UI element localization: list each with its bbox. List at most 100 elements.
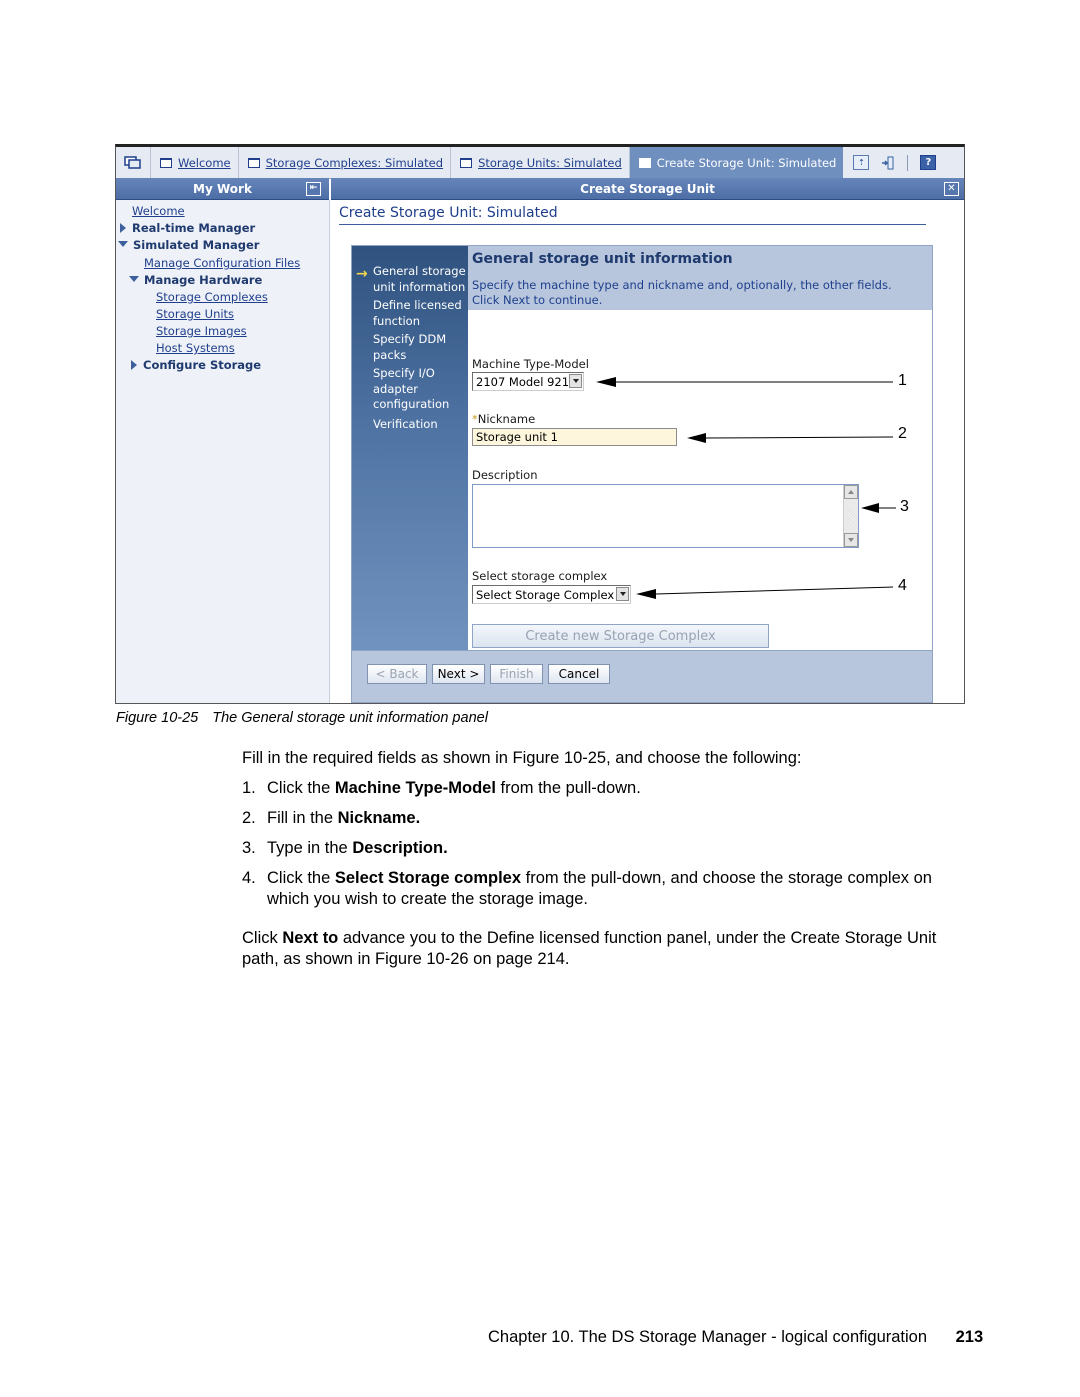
next-button[interactable]: Next > <box>432 664 485 684</box>
list-number: 4. <box>242 869 256 887</box>
list-item: 1. Click the Machine Type-Model from the … <box>242 778 962 799</box>
text: Fill in the <box>267 809 338 827</box>
nav-configure-storage[interactable]: Configure Storage <box>131 358 261 372</box>
nav-real-time-manager[interactable]: Real-time Manager <box>120 221 255 235</box>
storage-complex-label: Select storage complex <box>472 569 608 583</box>
text: from the pull-down. <box>495 779 641 797</box>
window-icon <box>160 157 172 168</box>
tab-storage-units[interactable]: Storage Units: Simulated <box>451 147 630 178</box>
close-icon[interactable]: ✕ <box>944 182 959 196</box>
nickname-label: *Nickname <box>472 412 535 426</box>
finish-button[interactable]: Finish <box>490 664 543 684</box>
wizard-panel: → General storage unit information Defin… <box>351 245 933 703</box>
text: Click the <box>267 779 335 797</box>
figure-number: Figure 10-25 <box>116 710 199 726</box>
toolbar-tools: ⇡ ? <box>843 154 937 171</box>
cancel-button[interactable]: Cancel <box>548 664 610 684</box>
screenshot-figure: Welcome Storage Complexes: Simulated Sto… <box>115 144 965 704</box>
exit-icon[interactable] <box>881 156 895 169</box>
callout-number: 4 <box>898 577 907 594</box>
create-storage-complex-button[interactable]: Create new Storage Complex <box>472 624 769 648</box>
step-specify-io-adapter[interactable]: Specify I/O adapter configuration <box>373 366 468 413</box>
nav-host-systems[interactable]: Host Systems <box>156 341 235 355</box>
window-icon <box>247 157 260 168</box>
tab-label: Storage Units: Simulated <box>478 155 622 170</box>
figure-caption: Figure 10-25 The General storage unit in… <box>116 710 488 726</box>
description-label: Description <box>472 468 538 482</box>
help-icon[interactable]: ? <box>920 155 937 170</box>
wizard-steps: → General storage unit information Defin… <box>352 246 468 652</box>
machine-type-model-label: Machine Type-Model <box>472 357 589 371</box>
title-divider <box>339 224 926 225</box>
step-define-licensed-function[interactable]: Define licensed function <box>373 298 468 329</box>
chevron-down-icon[interactable] <box>569 374 582 388</box>
toolbar-separator <box>907 154 909 171</box>
storage-complex-select[interactable]: Select Storage Complex <box>472 585 631 604</box>
text: Type in the <box>267 839 353 857</box>
text: Click <box>242 929 283 947</box>
collapse-icon[interactable]: ⇤ <box>306 182 321 196</box>
machine-type-model-select[interactable]: 2107 Model 921 <box>472 372 584 391</box>
window-icon <box>460 157 473 168</box>
chevron-down-icon[interactable] <box>616 587 629 601</box>
figure-title: The General storage unit information pan… <box>212 710 488 726</box>
tab-label: Welcome <box>178 155 231 170</box>
list-item: 2. Fill in the Nickname. <box>242 808 962 829</box>
page-footer: Chapter 10. The DS Storage Manager - log… <box>488 1328 983 1347</box>
panel-title: Create Storage Unit <box>580 181 715 196</box>
list-number: 1. <box>242 779 256 797</box>
nav-simulated-manager[interactable]: Simulated Manager <box>118 238 259 252</box>
my-work-nav: Welcome Real-time Manager Simulated Mana… <box>116 200 330 703</box>
callout-number: 3 <box>900 498 909 515</box>
nickname-input[interactable]: Storage unit 1 <box>472 428 677 446</box>
collapse-triangle-icon <box>129 276 139 282</box>
step-verification[interactable]: Verification <box>373 417 468 433</box>
nav-manage-configuration-files[interactable]: Manage Configuration Files <box>144 256 300 270</box>
page-title: Create Storage Unit: Simulated <box>339 205 558 221</box>
nav-label: Configure Storage <box>143 358 262 372</box>
tab-create-storage-unit[interactable]: Create Storage Unit: Simulated <box>629 147 844 178</box>
nav-storage-images[interactable]: Storage Images <box>156 324 247 338</box>
scrollbar[interactable] <box>843 485 858 547</box>
nav-manage-hardware[interactable]: Manage Hardware <box>129 273 262 287</box>
print-icon[interactable]: ⇡ <box>853 155 870 170</box>
step-general-storage-unit-information[interactable]: → General storage unit information <box>356 264 468 295</box>
list-number: 3. <box>242 839 256 857</box>
step-label: General storage unit information <box>373 264 466 294</box>
my-work-header: My Work ⇤ <box>116 178 329 200</box>
intro-paragraph: Fill in the required fields as shown in … <box>242 749 802 767</box>
label-text: Nickname <box>477 412 536 426</box>
expand-icon <box>131 360 137 370</box>
nav-label: Real-time Manager <box>132 221 256 235</box>
tab-label: Storage Complexes: Simulated <box>265 155 444 170</box>
page-number: 213 <box>955 1328 984 1346</box>
tab-welcome[interactable]: Welcome <box>151 147 239 178</box>
wizard-heading: General storage unit information <box>472 251 733 267</box>
chapter-title: Chapter 10. The DS Storage Manager - log… <box>488 1328 928 1346</box>
scroll-up-icon[interactable] <box>844 485 858 499</box>
bold-term: Machine Type-Model <box>334 779 496 797</box>
current-step-arrow-icon: → <box>356 266 368 282</box>
expand-icon <box>120 223 126 233</box>
select-value: Select Storage Complex <box>476 587 615 602</box>
back-button[interactable]: < Back <box>367 664 427 684</box>
bold-term: Next to <box>282 929 339 947</box>
create-storage-unit-header: Create Storage Unit ✕ <box>331 178 964 200</box>
nav-storage-complexes[interactable]: Storage Complexes <box>156 290 268 304</box>
tab-bar: Welcome Storage Complexes: Simulated Sto… <box>116 147 964 179</box>
nav-storage-units[interactable]: Storage Units <box>156 307 234 321</box>
tab-storage-complexes[interactable]: Storage Complexes: Simulated <box>239 147 452 178</box>
bold-term: Description. <box>352 839 448 857</box>
nav-welcome[interactable]: Welcome <box>132 204 185 218</box>
scroll-down-icon[interactable] <box>844 533 858 547</box>
window-list-icon[interactable] <box>116 147 151 178</box>
description-textarea[interactable] <box>472 484 859 548</box>
list-item: 3. Type in the Description. <box>242 838 962 859</box>
step-specify-ddm-packs[interactable]: Specify DDM packs <box>373 332 468 363</box>
select-value: 2107 Model 921 <box>476 374 570 389</box>
closing-paragraph: Click Next to advance you to the Define … <box>242 928 962 970</box>
nav-label: Manage Hardware <box>144 273 263 287</box>
tab-label: Create Storage Unit: Simulated <box>656 155 837 170</box>
callout-number: 1 <box>898 372 907 389</box>
text: Click the <box>267 869 335 887</box>
